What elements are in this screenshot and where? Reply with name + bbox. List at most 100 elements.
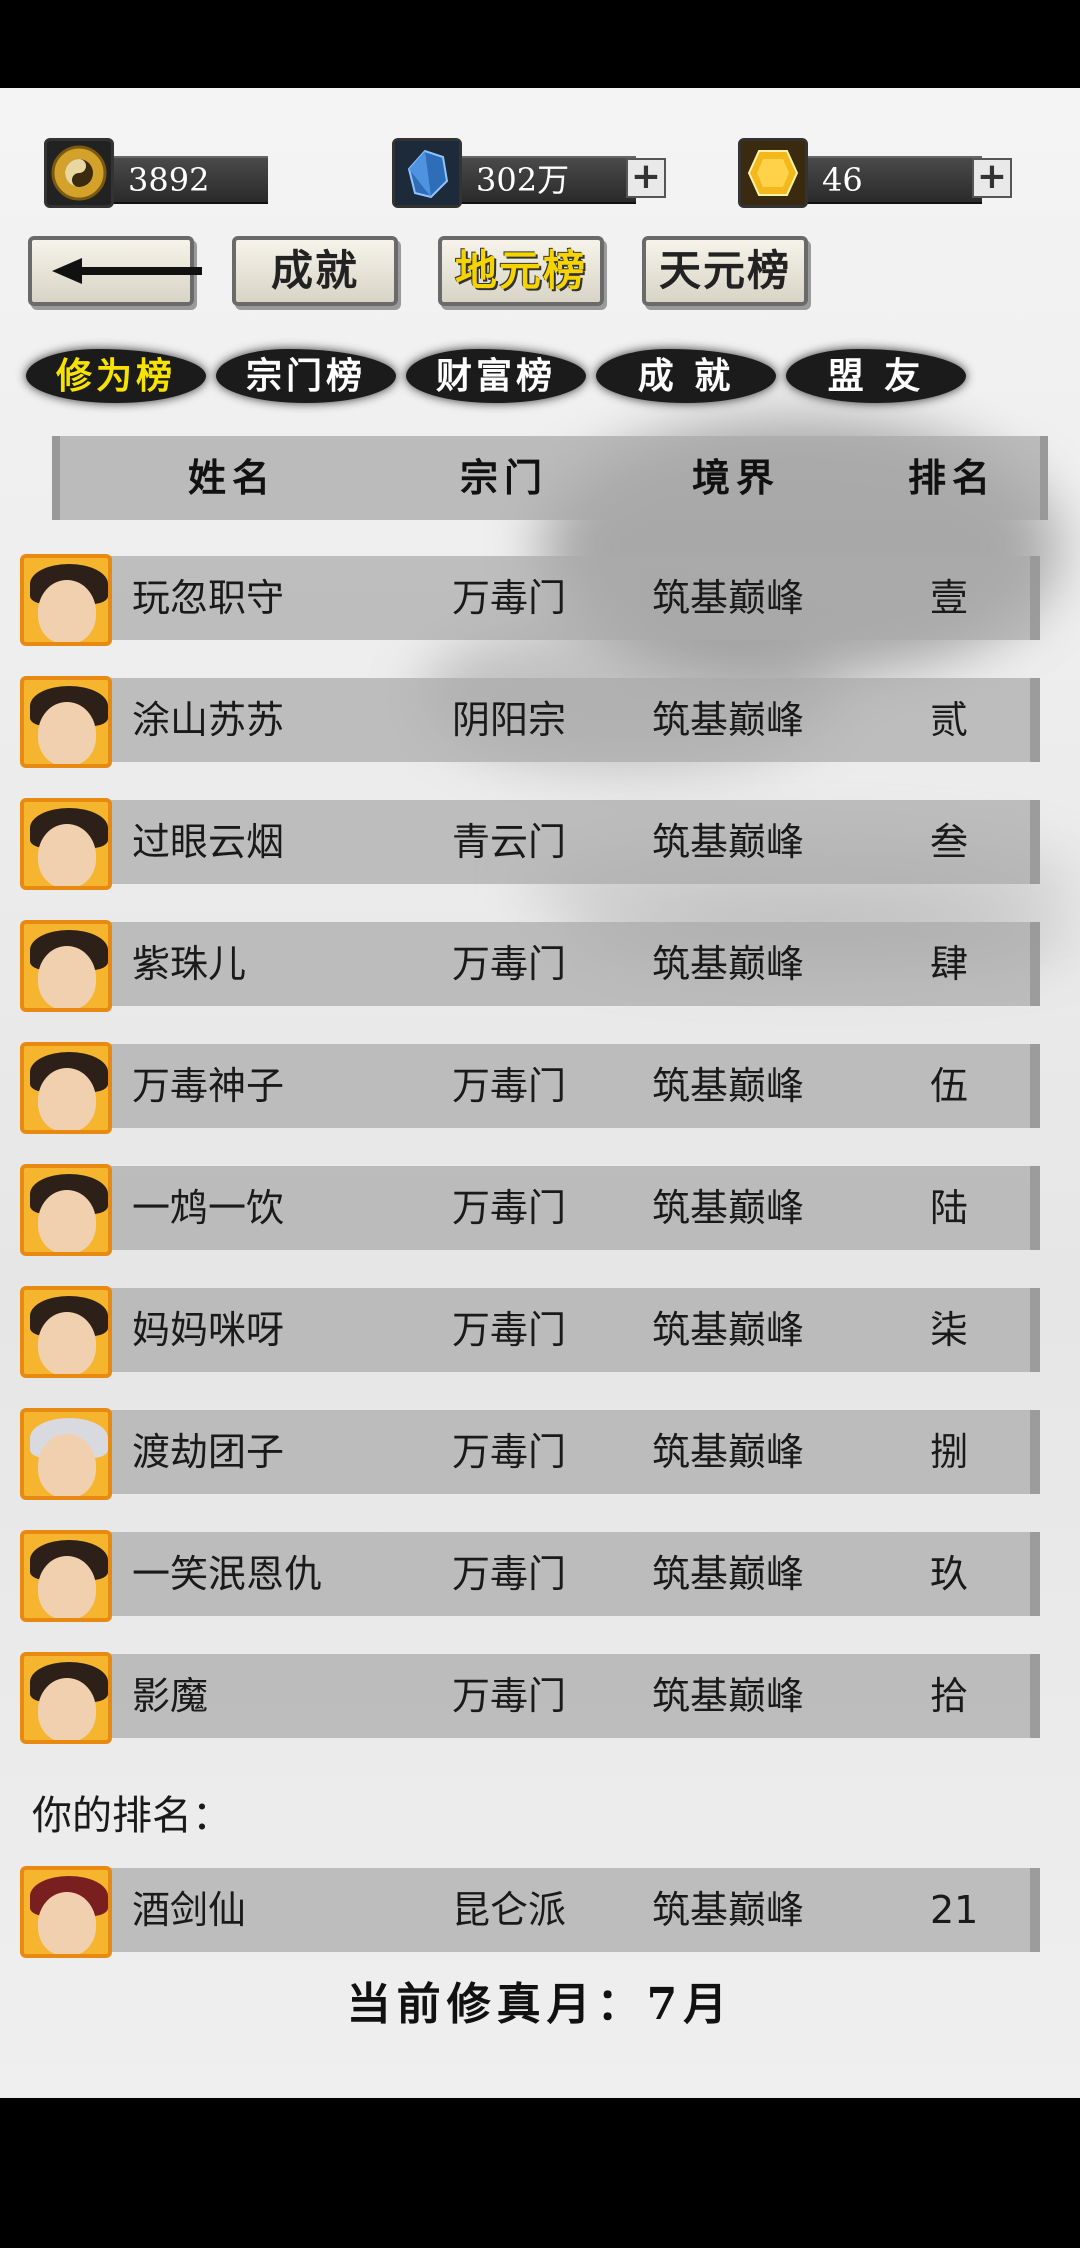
table-row[interactable]: 过眼云烟 青云门 筑基巅峰 叁 xyxy=(20,798,1040,890)
taiji-coin-icon xyxy=(44,138,114,208)
player-sect: 青云门 xyxy=(452,820,567,864)
achievements-button[interactable]: 成就 xyxy=(232,236,398,306)
table-row[interactable]: 涂山苏苏 阴阳宗 筑基巅峰 贰 xyxy=(20,676,1040,768)
crystal-value: 302万 xyxy=(454,156,636,204)
avatar xyxy=(20,1866,112,1958)
player-sect: 万毒门 xyxy=(452,1308,567,1352)
player-rank: 伍 xyxy=(930,1064,969,1108)
player-name: 涂山苏苏 xyxy=(132,698,285,742)
player-rank: 壹 xyxy=(930,576,969,620)
player-realm: 筑基巅峰 xyxy=(652,1064,805,1108)
blue-crystal-icon xyxy=(392,138,462,208)
player-sect: 万毒门 xyxy=(452,942,567,986)
table-row[interactable]: 妈妈咪呀 万毒门 筑基巅峰 柒 xyxy=(20,1286,1040,1378)
your-rank-row[interactable]: 酒剑仙 昆仑派 筑基巅峰 21 xyxy=(20,1866,1040,1958)
table-row[interactable]: 一鸩一饮 万毒门 筑基巅峰 陆 xyxy=(20,1164,1040,1256)
tab-label: 成 就 xyxy=(637,355,735,397)
avatar xyxy=(20,554,112,646)
player-name: 影魔 xyxy=(132,1674,209,1718)
avatar xyxy=(20,1530,112,1622)
player-sect: 万毒门 xyxy=(452,1430,567,1474)
player-realm: 筑基巅峰 xyxy=(652,1430,805,1474)
player-realm: 筑基巅峰 xyxy=(652,1552,805,1596)
back-button[interactable] xyxy=(28,236,202,306)
header-name: 姓名 xyxy=(188,455,277,500)
player-name: 玩忽职守 xyxy=(132,576,285,620)
player-rank: 玖 xyxy=(930,1552,969,1596)
player-name: 一鸩一饮 xyxy=(132,1186,285,1230)
table-row[interactable]: 一笑泯恩仇 万毒门 筑基巅峰 玖 xyxy=(20,1530,1040,1622)
coin-counter: 3892 xyxy=(44,138,289,210)
gem-value: 46 xyxy=(800,156,982,204)
player-name: 过眼云烟 xyxy=(132,820,285,864)
tab-label: 修为榜 xyxy=(55,355,176,397)
ranking-screen: 3892 302万 + 46 + 成就 地元榜 天元榜 修为榜 宗门榜 财富榜 … xyxy=(0,88,1080,2098)
avatar xyxy=(20,676,112,768)
tab-allies[interactable]: 盟 友 xyxy=(786,343,966,409)
player-rank: 捌 xyxy=(930,1430,969,1474)
tab-label: 宗门榜 xyxy=(245,355,366,397)
arrow-left-icon xyxy=(52,258,202,284)
player-realm: 筑基巅峰 xyxy=(652,1888,805,1932)
coin-value: 3892 xyxy=(106,156,268,204)
gem-counter: 46 + xyxy=(738,138,1023,210)
tab-sect[interactable]: 宗门榜 xyxy=(216,343,396,409)
avatar xyxy=(20,1408,112,1500)
player-realm: 筑基巅峰 xyxy=(652,1674,805,1718)
player-name: 万毒神子 xyxy=(132,1064,285,1108)
player-sect: 万毒门 xyxy=(452,1674,567,1718)
table-row[interactable]: 万毒神子 万毒门 筑基巅峰 伍 xyxy=(20,1042,1040,1134)
player-rank: 拾 xyxy=(930,1674,969,1718)
table-row[interactable]: 玩忽职守 万毒门 筑基巅峰 壹 xyxy=(20,554,1040,646)
table-row[interactable]: 影魔 万毒门 筑基巅峰 拾 xyxy=(20,1652,1040,1744)
avatar xyxy=(20,1042,112,1134)
avatar xyxy=(20,1652,112,1744)
table-row[interactable]: 紫珠儿 万毒门 筑基巅峰 肆 xyxy=(20,920,1040,1012)
player-sect: 万毒门 xyxy=(452,1186,567,1230)
avatar xyxy=(20,798,112,890)
player-name: 紫珠儿 xyxy=(132,942,247,986)
your-rank-label: 你的排名： xyxy=(32,1793,232,1839)
player-rank: 贰 xyxy=(930,698,969,742)
player-realm: 筑基巅峰 xyxy=(652,698,805,742)
heaven-ranking-button[interactable]: 天元榜 xyxy=(642,236,808,306)
table-row[interactable]: 渡劫团子 万毒门 筑基巅峰 捌 xyxy=(20,1408,1040,1500)
player-realm: 筑基巅峰 xyxy=(652,1186,805,1230)
tab-label: 盟 友 xyxy=(827,355,925,397)
player-name: 酒剑仙 xyxy=(132,1888,247,1932)
player-sect: 万毒门 xyxy=(452,576,567,620)
player-rank: 柒 xyxy=(930,1308,969,1352)
add-crystal-button[interactable]: + xyxy=(626,158,666,198)
player-rank: 肆 xyxy=(930,942,969,986)
player-sect: 万毒门 xyxy=(452,1064,567,1108)
avatar xyxy=(20,920,112,1012)
player-name: 妈妈咪呀 xyxy=(132,1308,285,1352)
avatar xyxy=(20,1286,112,1378)
player-realm: 筑基巅峰 xyxy=(652,942,805,986)
player-realm: 筑基巅峰 xyxy=(652,820,805,864)
tab-achievement[interactable]: 成 就 xyxy=(596,343,776,409)
player-name: 一笑泯恩仇 xyxy=(132,1552,323,1596)
player-realm: 筑基巅峰 xyxy=(652,1308,805,1352)
player-realm: 筑基巅峰 xyxy=(652,576,805,620)
current-month-label: 当前修真月：7月 xyxy=(346,1979,734,2030)
tab-label: 财富榜 xyxy=(435,355,556,397)
crystal-counter: 302万 + xyxy=(392,138,677,210)
player-sect: 阴阳宗 xyxy=(452,698,567,742)
player-sect: 昆仑派 xyxy=(452,1888,567,1932)
table-header: 姓名 宗门 境界 排名 xyxy=(52,436,1048,520)
tab-wealth[interactable]: 财富榜 xyxy=(406,343,586,409)
add-gem-button[interactable]: + xyxy=(972,158,1012,198)
player-rank: 叁 xyxy=(930,820,969,864)
gold-gem-icon xyxy=(738,138,808,208)
avatar xyxy=(20,1164,112,1256)
header-realm: 境界 xyxy=(692,455,781,500)
header-sect: 宗门 xyxy=(460,455,549,500)
player-rank: 陆 xyxy=(930,1186,969,1230)
player-name: 渡劫团子 xyxy=(132,1430,285,1474)
player-rank: 21 xyxy=(930,1888,979,1932)
player-sect: 万毒门 xyxy=(452,1552,567,1596)
tab-cultivation[interactable]: 修为榜 xyxy=(26,343,206,409)
earth-ranking-button[interactable]: 地元榜 xyxy=(438,236,604,306)
header-rank: 排名 xyxy=(908,455,997,500)
